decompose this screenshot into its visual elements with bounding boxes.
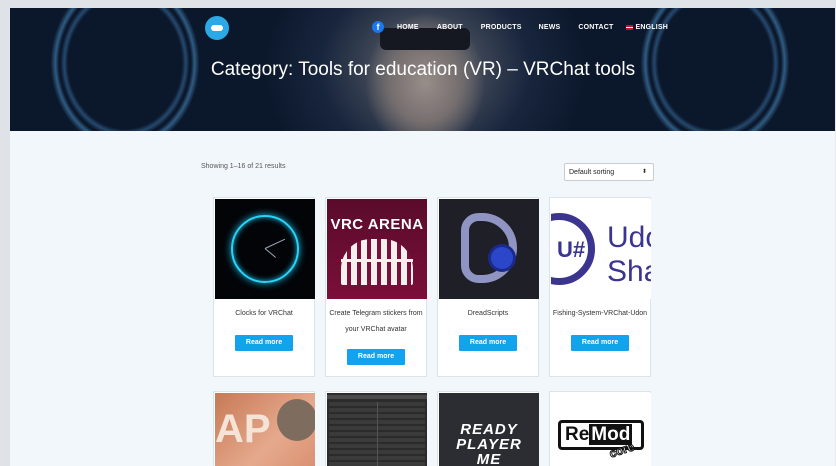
- thumb-label: Udo: [607, 221, 651, 254]
- thumb-label: AP: [215, 407, 271, 451]
- language-switcher[interactable]: ENGLISH: [625, 23, 669, 31]
- colosseum-icon: [341, 239, 413, 285]
- read-more-button[interactable]: Read more: [459, 335, 517, 351]
- thumb-label: Re: [565, 424, 590, 445]
- product-image[interactable]: READY PLAYER ME: [439, 393, 539, 466]
- colosseum-band: [341, 259, 413, 262]
- thumb-label: PLAYER: [456, 436, 522, 453]
- read-more-button[interactable]: Read more: [571, 335, 629, 351]
- product-card[interactable]: Re Mod core: [549, 391, 651, 466]
- nav-item-contact[interactable]: CONTACT: [578, 24, 613, 31]
- product-image[interactable]: U# Udo Sha: [551, 199, 651, 299]
- sort-select[interactable]: Default sorting ⬍: [564, 163, 654, 181]
- product-card[interactable]: Clocks for VRChat Read more: [213, 197, 315, 377]
- read-more-button[interactable]: Read more: [347, 349, 405, 365]
- product-image[interactable]: [327, 393, 427, 466]
- nav-item-products[interactable]: PRODUCTS: [481, 24, 522, 31]
- product-card[interactable]: [325, 391, 427, 466]
- result-count: Showing 1–16 of 21 results: [201, 163, 286, 170]
- nav-item-about[interactable]: ABOUT: [437, 24, 463, 31]
- nav-item-home[interactable]: HOME: [397, 24, 419, 31]
- table-header: [327, 395, 427, 399]
- thumb-label: READY: [460, 421, 518, 438]
- product-title[interactable]: Create Telegram stickers from your VRCha…: [328, 306, 424, 338]
- thumb-label: Sha: [607, 255, 651, 288]
- sort-select-value: Default sorting: [569, 168, 615, 176]
- product-image[interactable]: AP: [215, 393, 315, 466]
- product-title[interactable]: DreadScripts: [440, 306, 536, 322]
- product-title[interactable]: Clocks for VRChat: [216, 306, 312, 322]
- product-image[interactable]: VRC ARENA: [327, 199, 427, 299]
- product-image[interactable]: [439, 199, 539, 299]
- product-card[interactable]: VRC ARENA Create Telegram stickers from …: [325, 197, 427, 377]
- table-divider: [377, 402, 378, 466]
- main-nav: f HOME ABOUT PRODUCTS NEWS CONTACT ENGLI…: [372, 20, 668, 34]
- logo-icon[interactable]: [205, 16, 229, 40]
- facebook-icon[interactable]: f: [372, 21, 384, 33]
- product-card[interactable]: U# Udo Sha Fishing-System-VRChat-Udon Re…: [549, 197, 651, 377]
- nav-item-news[interactable]: NEWS: [539, 24, 561, 31]
- hero-banner: f HOME ABOUT PRODUCTS NEWS CONTACT ENGLI…: [10, 8, 836, 131]
- flag-uk-icon: [625, 24, 633, 30]
- page-title: Category: Tools for education (VR) – VRC…: [210, 59, 636, 80]
- rose-icon: [491, 247, 513, 269]
- dread-logo-icon: [461, 213, 517, 283]
- product-image[interactable]: Re Mod core: [551, 393, 651, 466]
- character-image: [277, 399, 315, 441]
- language-label: ENGLISH: [635, 23, 669, 31]
- page-frame: f HOME ABOUT PRODUCTS NEWS CONTACT ENGLI…: [10, 8, 836, 466]
- product-card[interactable]: DreadScripts Read more: [437, 197, 539, 377]
- thumb-label: VRC ARENA: [330, 216, 424, 233]
- product-card[interactable]: AP: [213, 391, 315, 466]
- read-more-button[interactable]: Read more: [235, 335, 293, 351]
- product-card[interactable]: READY PLAYER ME: [437, 391, 539, 466]
- chevron-updown-icon: ⬍: [641, 169, 647, 175]
- product-image[interactable]: [215, 199, 315, 299]
- thumb-label: U#: [557, 237, 586, 262]
- product-title[interactable]: Fishing-System-VRChat-Udon: [552, 306, 648, 322]
- thumb-label: ME: [476, 451, 502, 466]
